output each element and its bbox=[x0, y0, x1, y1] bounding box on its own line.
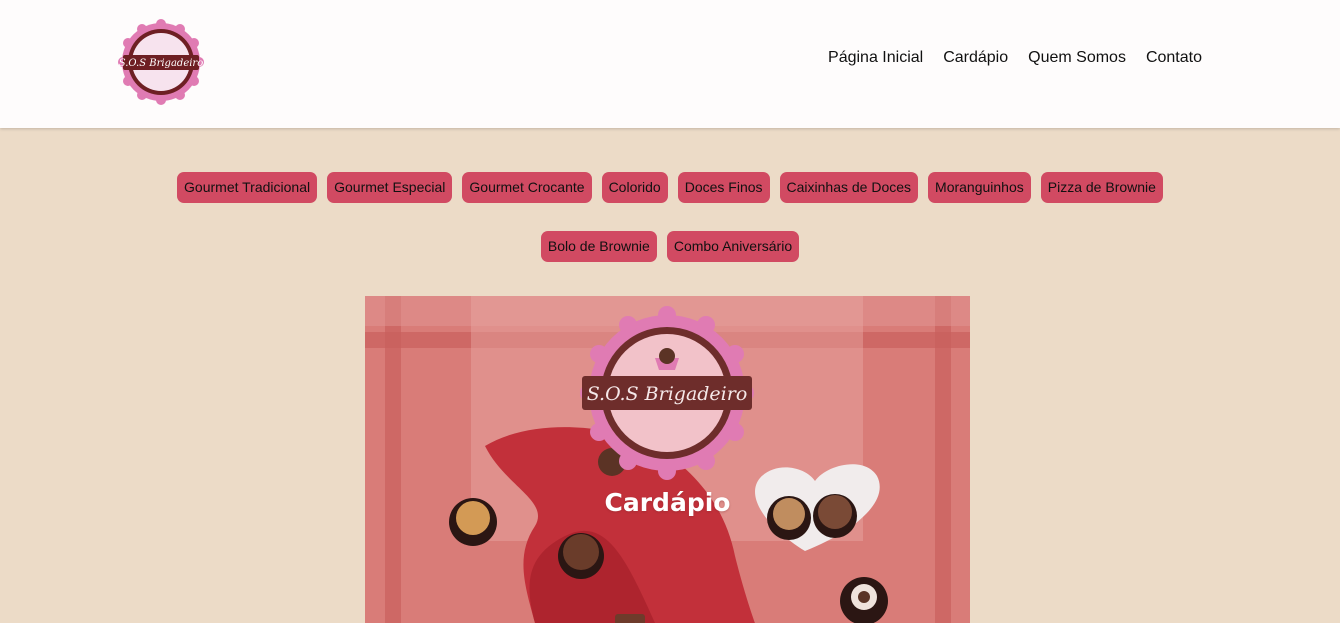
nav-link-contact[interactable]: Contato bbox=[1146, 48, 1202, 68]
brand-logo-text: S.O.S Brigadeiro bbox=[119, 58, 204, 69]
category-button-doces-finos[interactable]: Doces Finos bbox=[677, 172, 770, 203]
category-button-pizza-de-brownie[interactable]: Pizza de Brownie bbox=[1040, 172, 1163, 203]
category-button-combo-aniversario[interactable]: Combo Aniversário bbox=[666, 231, 800, 262]
nav-link-home[interactable]: Página Inicial bbox=[828, 48, 923, 68]
hero-title: Cardápio bbox=[604, 488, 731, 517]
category-button-colorido[interactable]: Colorido bbox=[601, 172, 668, 203]
category-buttons: Gourmet Tradicional Gourmet Especial Gou… bbox=[170, 172, 1170, 262]
hero-logo-text: S.O.S Brigadeiro bbox=[587, 383, 748, 405]
category-button-bolo-de-brownie[interactable]: Bolo de Brownie bbox=[540, 231, 657, 262]
category-button-moranguinhos[interactable]: Moranguinhos bbox=[928, 172, 1031, 203]
nav-link-menu[interactable]: Cardápio bbox=[943, 48, 1008, 68]
hero-background-image: S.O.S Brigadeiro bbox=[365, 296, 970, 623]
main-nav: Página Inicial Cardápio Quem Somos Conta… bbox=[828, 48, 1202, 68]
brand-logo[interactable]: S.O.S Brigadeiro bbox=[117, 18, 205, 106]
category-button-gourmet-crocante[interactable]: Gourmet Crocante bbox=[462, 172, 592, 203]
category-button-gourmet-especial[interactable]: Gourmet Especial bbox=[327, 172, 453, 203]
category-button-gourmet-tradicional[interactable]: Gourmet Tradicional bbox=[177, 172, 318, 203]
menu-hero-banner: S.O.S Brigadeiro Cardápio bbox=[365, 296, 970, 623]
category-button-caixinhas-de-doces[interactable]: Caixinhas de Doces bbox=[779, 172, 919, 203]
nav-link-about[interactable]: Quem Somos bbox=[1028, 48, 1126, 68]
brand-logo-icon: S.O.S Brigadeiro bbox=[118, 19, 204, 105]
site-header: S.O.S Brigadeiro Página Inicial Cardápio… bbox=[0, 0, 1340, 128]
